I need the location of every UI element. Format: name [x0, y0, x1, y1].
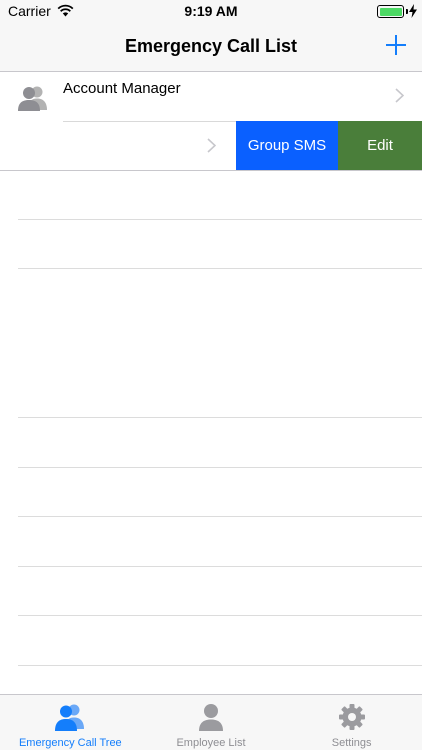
list-item[interactable]: Account Manager	[0, 72, 422, 122]
list-item-title: Account Manager	[63, 80, 181, 97]
tab-label: Emergency Call Tree	[18, 737, 122, 749]
empty-row	[0, 269, 422, 319]
page-title: Emergency Call List	[124, 36, 298, 56]
edit-button[interactable]: Edit	[338, 121, 422, 170]
group-sms-button[interactable]: Group SMS	[236, 121, 338, 170]
tab-label: Settings	[331, 737, 372, 749]
empty-row	[0, 567, 422, 617]
tab-emergency-call-tree[interactable]: Emergency Call Tree	[0, 695, 141, 750]
call-list: Account Manager Group SMS Edit	[0, 72, 422, 666]
empty-row	[0, 319, 422, 369]
group-icon	[55, 704, 85, 731]
empty-row	[0, 517, 422, 567]
gear-icon	[338, 704, 365, 730]
screen: Carrier 9:19 AM Emergency Call List Acco…	[0, 0, 422, 750]
person-icon	[199, 704, 223, 731]
empty-row	[0, 616, 422, 666]
tab-employee-list[interactable]: Employee List	[141, 695, 282, 750]
tab-settings[interactable]: Settings	[281, 695, 422, 750]
battery-icon	[377, 5, 404, 18]
battery-level	[379, 7, 402, 16]
status-time: 9:19 AM	[184, 3, 238, 19]
empty-row	[0, 418, 422, 468]
empty-row	[0, 368, 422, 418]
chevron-right-icon	[395, 88, 404, 103]
empty-row	[0, 468, 422, 518]
chevron-right-icon	[207, 138, 216, 153]
add-button[interactable]	[385, 34, 407, 56]
status-bar: Carrier 9:19 AM	[0, 0, 422, 22]
empty-row	[0, 220, 422, 270]
empty-row	[0, 170, 422, 220]
plus-icon	[386, 35, 406, 55]
swiped-row[interactable]: Group SMS Edit	[0, 121, 422, 171]
tab-bar: Emergency Call Tree Employee List Settin…	[0, 694, 422, 750]
battery-cap	[406, 9, 408, 14]
navigation-bar: Emergency Call List	[0, 22, 422, 72]
charging-icon	[409, 4, 417, 18]
group-icon	[18, 86, 47, 111]
tab-label: Employee List	[176, 737, 246, 749]
row-divider	[18, 664, 422, 666]
